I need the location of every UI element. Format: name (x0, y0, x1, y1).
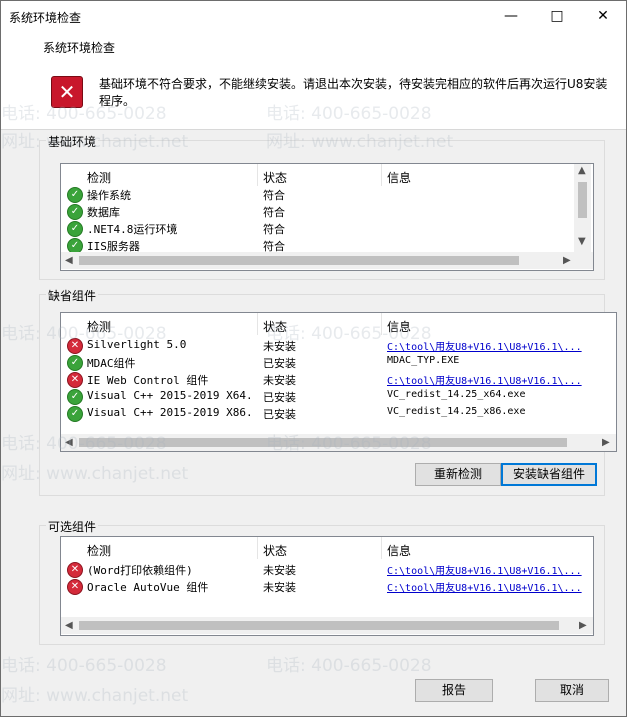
row-name: Visual C++ 2015-2019 X86... (87, 406, 255, 419)
col-info[interactable]: 信息 (387, 169, 411, 186)
error-icon: ✕ (67, 372, 83, 388)
row-status: 已安装 (263, 408, 296, 421)
check-ok-icon: ✓ (67, 355, 83, 371)
row-status: 未安装 (263, 564, 296, 577)
table-row[interactable]: ✕ IE Web Control 组件 未安装 C:\tool\用友U8+V16.1\… (61, 371, 616, 388)
basic-env-title: 基础环境 (46, 133, 99, 150)
row-status: 已安装 (263, 391, 296, 404)
col-status[interactable]: 状态 (263, 318, 287, 335)
error-icon: ✕ (67, 562, 83, 578)
row-info: VC_redist_14.25_x86.exe (387, 406, 526, 417)
missing-components-title: 缺省组件 (46, 287, 99, 304)
optional-components-list[interactable]: 检测 状态 信息 ✕ (Word打印依赖组件) 未安装 C:\tool\用友U8+V1… (60, 536, 594, 636)
error-message: 基础环境不符合要求，不能继续安装。请退出本次安装，待安装完相应的软件后再次运行U… (99, 77, 608, 108)
check-ok-icon: ✓ (67, 204, 83, 220)
row-name: 操作系统 (87, 189, 131, 202)
col-status[interactable]: 状态 (263, 169, 287, 186)
cancel-button[interactable]: 取消 (535, 679, 609, 702)
row-status: 已安装 (263, 357, 296, 370)
error-icon: ✕ (67, 338, 83, 354)
optional-components-title: 可选组件 (46, 518, 99, 535)
col-check[interactable]: 检测 (87, 542, 111, 559)
row-status: 未安装 (263, 581, 296, 594)
table-row[interactable]: ✕ Oracle AutoVue 组件 未安装 C:\tool\用友U8+V16.1\… (61, 578, 593, 595)
row-status: 符合 (263, 189, 285, 202)
report-button[interactable]: 报告 (415, 679, 493, 702)
check-ok-icon: ✓ (67, 221, 83, 237)
row-name: MDAC组件 (87, 357, 136, 370)
horizontal-scrollbar[interactable]: ◀ ▶ (61, 617, 593, 634)
window-title: 系统环境检查 (9, 11, 82, 25)
horizontal-scrollbar[interactable]: ◀ ▶ (61, 252, 593, 269)
close-icon[interactable]: ✕ (580, 1, 626, 31)
col-check[interactable]: 检测 (87, 169, 111, 186)
basic-env-group: 基础环境 检测 状态 信息 ✓ 操作系统 符合 ✓ 数据库 符合 ✓ .NET4.8运行环境符… (39, 133, 605, 280)
row-info-link[interactable]: C:\tool\用友U8+V16.1\U8+V16.1\... (387, 579, 587, 594)
table-row[interactable]: ✕ (Word打印依赖组件) 未安装 C:\tool\用友U8+V16.1\U8+V1… (61, 561, 593, 578)
recheck-button[interactable]: 重新检测 (415, 463, 501, 486)
table-row[interactable]: ✓ 数据库 符合 (61, 203, 593, 220)
list-header: 检测 状态 信息 (61, 164, 593, 186)
page-title: 系统环境检查 (43, 41, 116, 55)
watermark-text: 网址: www.chanjet.net (1, 686, 189, 706)
check-ok-icon: ✓ (67, 389, 83, 405)
row-name: Oracle AutoVue 组件 (87, 581, 209, 594)
watermark-text: 电话: 400-665-0028 (1, 656, 167, 676)
check-ok-icon: ✓ (67, 406, 83, 422)
watermark-text: 电话: 400-665-0028 (266, 656, 432, 676)
maximize-icon[interactable]: □ (534, 1, 580, 31)
row-name: Silverlight 5.0 (87, 338, 187, 351)
row-info: MDAC_TYP.EXE (387, 355, 460, 366)
row-status: 未安装 (263, 374, 296, 387)
system-check-dialog: 系统环境检查 — □ ✕ 系统环境检查 ✕ 基础环境不符合要求，不能继续安装。请… (0, 0, 627, 717)
row-info-link[interactable]: C:\tool\用友U8+V16.1\U8+V16.1\... (387, 372, 587, 387)
row-info-link[interactable]: C:\tool\用友U8+V16.1\U8+V16.1\... (387, 562, 587, 577)
row-name: IE Web Control 组件 (87, 374, 209, 387)
row-name: 数据库 (87, 206, 120, 219)
missing-components-list[interactable]: 检测 状态 信息 ✕ Silverlight 5.0 未安装 C:\tool\用友U8… (60, 312, 617, 452)
col-check[interactable]: 检测 (87, 318, 111, 335)
row-name: (Word打印依赖组件) (87, 564, 193, 577)
table-row[interactable]: ✓ .NET4.8运行环境 符合 (61, 220, 593, 237)
basic-env-list[interactable]: 检测 状态 信息 ✓ 操作系统 符合 ✓ 数据库 符合 ✓ .NET4.8运行环境 符合 ✓ IIS… (60, 163, 594, 271)
table-row[interactable]: ✓ MDAC组件 已安装 MDAC_TYP.EXE (61, 354, 616, 371)
error-icon: ✕ (51, 76, 83, 108)
header-area: 系统环境检查 ✕ 基础环境不符合要求，不能继续安装。请退出本次安装，待安装完相应… (1, 31, 626, 130)
table-row[interactable]: ✓ Visual C++ 2015-2019 X86... 已安装 VC_redist… (61, 405, 616, 422)
title-bar: 系统环境检查 — □ ✕ (1, 1, 626, 31)
row-info: VC_redist_14.25_x64.exe (387, 389, 526, 400)
error-icon: ✕ (67, 579, 83, 595)
horizontal-scrollbar[interactable]: ◀ ▶ (61, 434, 616, 451)
row-name: .NET4.8运行环境 (87, 223, 178, 236)
row-status: 符合 (263, 206, 285, 219)
row-status: 符合 (263, 223, 285, 236)
minimize-icon[interactable]: — (488, 1, 534, 31)
row-status: 未安装 (263, 340, 296, 353)
row-info-link[interactable]: C:\tool\用友U8+V16.1\U8+V16.1\... (387, 338, 587, 353)
table-row[interactable]: ✕ Silverlight 5.0 未安装 C:\tool\用友U8+V16.1\U8… (61, 337, 616, 354)
install-missing-button[interactable]: 安装缺省组件 (501, 463, 597, 486)
table-row[interactable]: ✓ Visual C++ 2015-2019 X64... 已安装 VC_redist… (61, 388, 616, 405)
optional-components-group: 可选组件 检测 状态 信息 ✕ (Word打印依赖组件) 未安装 C:\tool\用友… (39, 518, 605, 645)
col-info[interactable]: 信息 (387, 542, 411, 559)
list-header: 检测 状态 信息 (61, 537, 593, 559)
check-ok-icon: ✓ (67, 187, 83, 203)
row-name: Visual C++ 2015-2019 X64... (87, 389, 255, 402)
col-info[interactable]: 信息 (387, 318, 411, 335)
missing-components-group: 缺省组件 检测 状态 信息 ✕ Silverlight 5.0 未安装 C:\tool… (39, 287, 617, 496)
table-row[interactable]: ✓ 操作系统 符合 (61, 186, 593, 203)
col-status[interactable]: 状态 (263, 542, 287, 559)
list-header: 检测 状态 信息 (61, 313, 616, 335)
vertical-scrollbar[interactable]: ▲ ▼ (574, 164, 591, 252)
